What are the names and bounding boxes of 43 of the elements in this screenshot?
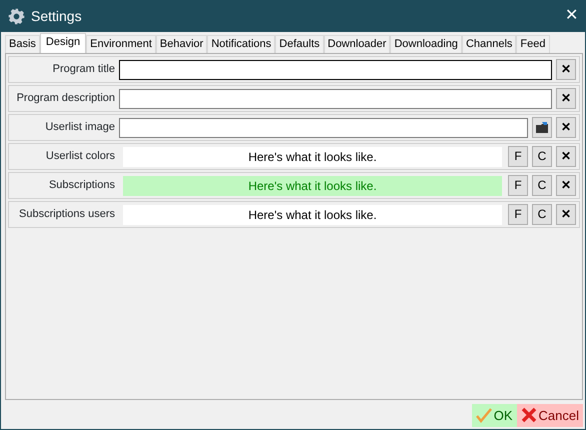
preview-text: Here's what it looks like. [123, 146, 502, 166]
gear-icon [8, 8, 25, 24]
color-button[interactable]: C [532, 175, 552, 196]
clear-button[interactable]: ✕ [556, 88, 576, 109]
field-label: Program description [16, 91, 115, 106]
tab[interactable]: Basis [5, 35, 40, 53]
tab[interactable]: Behavior [156, 35, 208, 53]
clear-button[interactable]: ✕ [556, 146, 576, 167]
folder-icon [535, 121, 549, 134]
text-field[interactable] [119, 88, 552, 108]
ok-button[interactable]: OK [472, 404, 517, 427]
clear-button[interactable]: ✕ [556, 175, 576, 196]
font-button[interactable]: F [508, 204, 528, 225]
color-button[interactable]: C [532, 204, 552, 225]
image-path-field[interactable] [119, 118, 528, 138]
field-label: Userlist image [44, 120, 115, 136]
field-label: Program title [52, 62, 115, 78]
close-button[interactable]: ✕ [565, 4, 578, 28]
color-button[interactable]: C [532, 146, 552, 167]
tab[interactable]: Design [40, 33, 86, 53]
font-button[interactable]: F [508, 146, 528, 167]
tab[interactable]: Notifications [207, 35, 276, 53]
field-label: Userlist colors [44, 149, 115, 164]
tab[interactable]: Downloader [324, 35, 390, 53]
cancel-button[interactable]: Cancel [516, 404, 583, 427]
clear-button[interactable]: ✕ [556, 117, 576, 138]
clear-button[interactable]: ✕ [556, 204, 576, 225]
preview-text: Here's what it looks like. [123, 176, 502, 196]
field-label: Subscriptions users [18, 207, 115, 222]
browse-button[interactable] [532, 117, 552, 138]
tab[interactable]: Channels [462, 35, 516, 53]
tab[interactable]: Defaults [275, 35, 324, 53]
text-field[interactable] [119, 60, 552, 80]
clear-button[interactable]: ✕ [556, 59, 576, 80]
tab[interactable]: Downloading [390, 35, 462, 53]
font-button[interactable]: F [508, 175, 528, 196]
preview-text: Here's what it looks like. [123, 204, 502, 224]
tab[interactable]: Environment [86, 35, 156, 53]
window-title: Settings [31, 6, 83, 26]
cross-icon [520, 407, 537, 424]
check-icon [476, 407, 492, 424]
tab[interactable]: Feed [516, 35, 550, 53]
field-label: Subscriptions [48, 178, 115, 194]
